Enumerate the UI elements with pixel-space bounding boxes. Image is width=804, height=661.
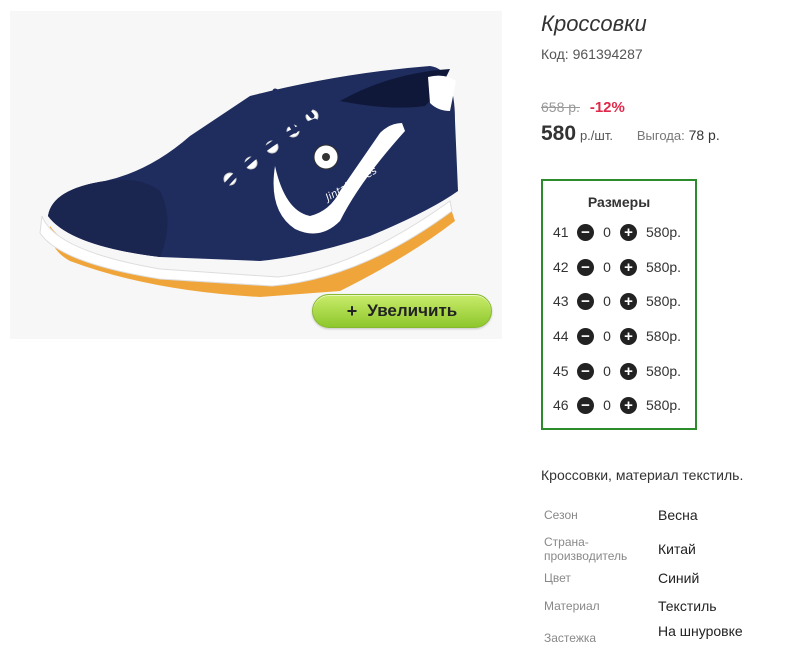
- plus-circle-icon[interactable]: +: [620, 362, 637, 380]
- size-price: 580р.: [646, 293, 682, 309]
- old-price: 658 р.: [541, 99, 580, 115]
- plus-circle-icon[interactable]: +: [620, 258, 637, 276]
- zoom-button[interactable]: + Увеличить: [312, 294, 492, 328]
- current-price: 580: [541, 122, 577, 145]
- size-number: 46: [553, 397, 569, 413]
- property-label: Страна-производитель: [544, 535, 628, 563]
- property-value: Китай: [658, 541, 696, 557]
- discount-badge: -12%: [589, 99, 625, 116]
- product-description: Кроссовки, материал текстиль.: [541, 467, 744, 483]
- property-label: Материал: [544, 599, 600, 613]
- size-price: 580р.: [646, 224, 682, 240]
- size-row: 42 − 0 + 580р.: [553, 257, 693, 277]
- size-row: 46 − 0 + 580р.: [553, 395, 693, 415]
- product-code: Код: 961394287: [541, 46, 643, 62]
- property-value: Текстиль: [658, 598, 717, 614]
- size-number: 45: [553, 363, 569, 379]
- property-value: Синий: [658, 570, 700, 586]
- size-row: 43 − 0 + 580р.: [553, 291, 693, 311]
- minus-circle-icon[interactable]: −: [577, 292, 594, 310]
- size-price: 580р.: [646, 259, 682, 275]
- product-title: Кроссовки: [541, 11, 647, 36]
- plus-circle-icon[interactable]: +: [620, 223, 637, 241]
- plus-circle-icon[interactable]: +: [620, 327, 637, 345]
- plus-icon: +: [346, 300, 358, 321]
- sizes-panel: Размеры 41 − 0 + 580р. 42 − 0 + 580р. 43…: [541, 179, 697, 430]
- quantity-value: 0: [603, 259, 611, 275]
- property-value: На шнуровке: [658, 623, 743, 639]
- property-value: Весна: [658, 507, 698, 523]
- property-label: Застежка: [544, 631, 597, 645]
- quantity-value: 0: [603, 293, 611, 309]
- quantity-value: 0: [603, 363, 611, 379]
- zoom-button-label: Увеличить: [367, 301, 458, 320]
- plus-circle-icon[interactable]: +: [620, 292, 637, 310]
- sizes-title: Размеры: [587, 194, 651, 210]
- size-number: 41: [553, 224, 569, 240]
- quantity-value: 0: [603, 397, 611, 413]
- quantity-value: 0: [603, 224, 611, 240]
- size-number: 43: [553, 293, 569, 309]
- minus-circle-icon[interactable]: −: [577, 223, 594, 241]
- old-price-row: 658 р. -12%: [541, 99, 625, 116]
- minus-circle-icon[interactable]: −: [577, 258, 594, 276]
- size-price: 580р.: [646, 397, 682, 413]
- property-label: Сезон: [544, 508, 578, 522]
- size-number: 44: [553, 328, 569, 344]
- benefit-label: Выгода:: [636, 128, 685, 143]
- benefit-value: 78 р.: [688, 127, 720, 143]
- size-price: 580р.: [646, 363, 682, 379]
- quantity-value: 0: [603, 328, 611, 344]
- property-label: Цвет: [544, 571, 571, 585]
- plus-circle-icon[interactable]: +: [620, 396, 637, 414]
- size-row: 45 − 0 + 580р.: [553, 361, 693, 381]
- product-image[interactable]: Jintai shoes: [10, 11, 502, 339]
- price-row: 580 р./шт. Выгода: 78 р.: [541, 122, 720, 146]
- minus-circle-icon[interactable]: −: [577, 396, 594, 414]
- size-row: 44 − 0 + 580р.: [553, 326, 693, 346]
- size-price: 580р.: [646, 328, 682, 344]
- sneaker-image: Jintai shoes: [39, 66, 458, 297]
- minus-circle-icon[interactable]: −: [577, 327, 594, 345]
- size-number: 42: [553, 259, 569, 275]
- minus-circle-icon[interactable]: −: [577, 362, 594, 380]
- price-unit: р./шт.: [579, 128, 613, 143]
- size-row: 41 − 0 + 580р.: [553, 222, 693, 242]
